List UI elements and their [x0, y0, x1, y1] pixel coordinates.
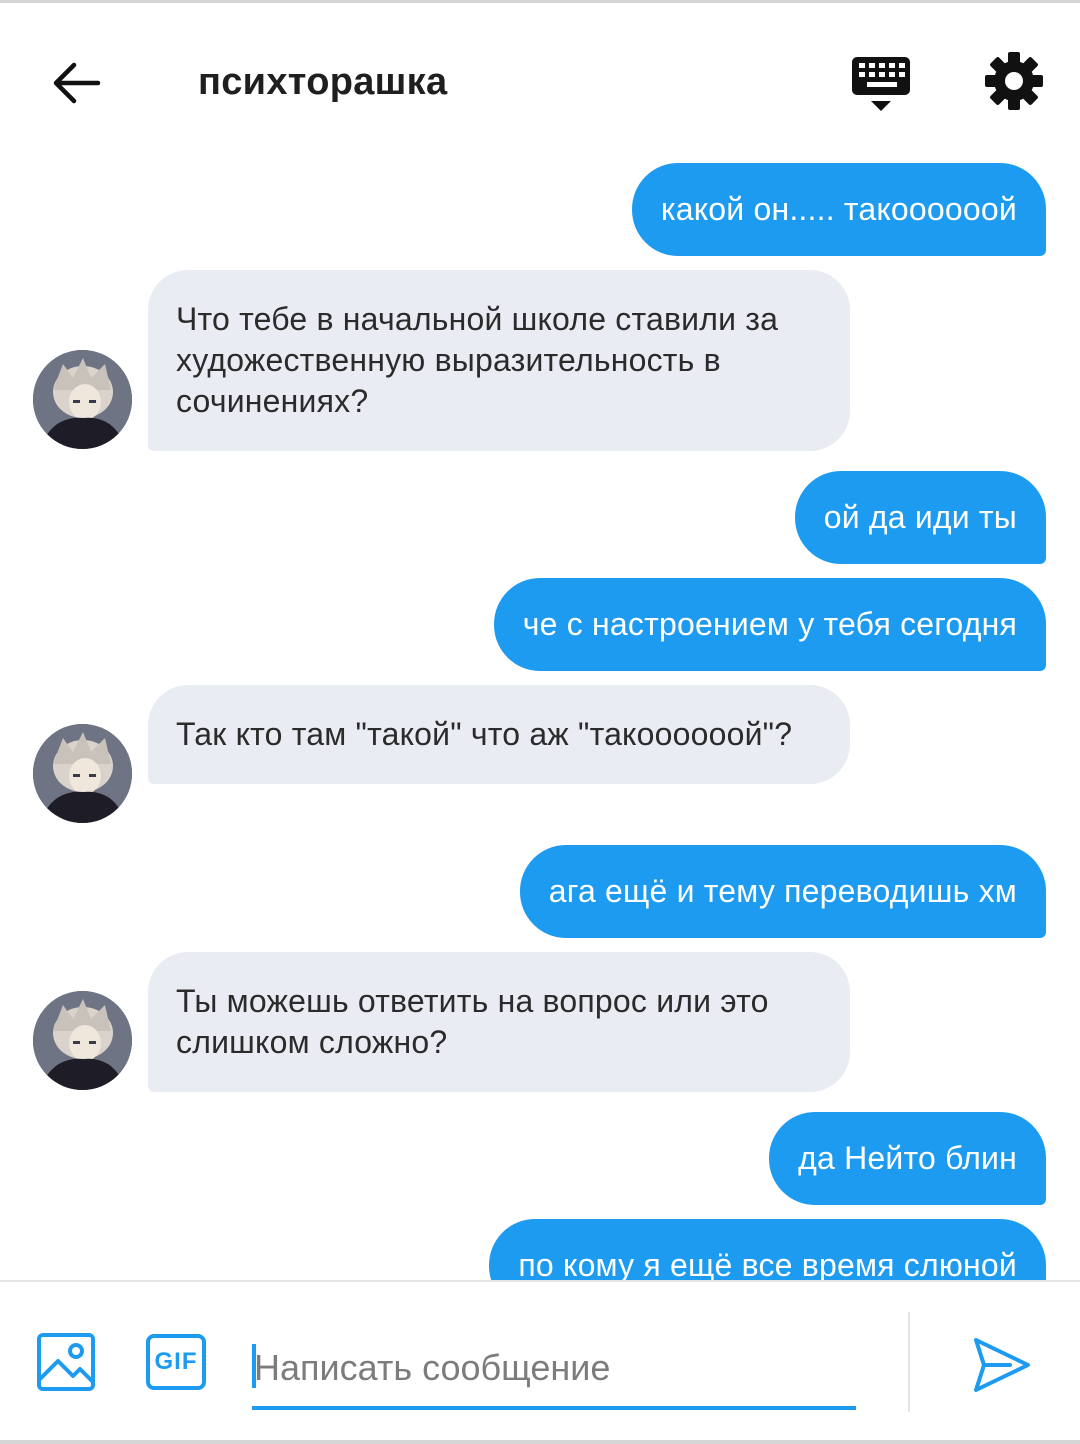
outgoing-message[interactable]: да Нейто блин	[769, 1112, 1046, 1205]
outgoing-message[interactable]: ага ещё и тему переводишь хм	[519, 845, 1046, 938]
message-list[interactable]: какой он..... такоооооой Что тебе в нача…	[0, 150, 1080, 1280]
avatar-image	[33, 724, 132, 823]
gear-icon	[985, 52, 1043, 110]
outgoing-message[interactable]: че с настроением у тебя сегодня	[493, 578, 1046, 671]
attach-image-button[interactable]	[36, 1332, 96, 1392]
arrow-left-icon	[53, 62, 101, 104]
outgoing-message[interactable]: ой да иди ты	[794, 471, 1046, 564]
bottom-border	[0, 1440, 1080, 1444]
message-composer: GIF	[0, 1280, 1080, 1444]
message-input[interactable]	[254, 1344, 852, 1392]
back-button[interactable]	[46, 55, 108, 111]
incoming-message[interactable]: Ты можешь ответить на вопрос или это сли…	[148, 952, 850, 1092]
send-icon	[974, 1338, 1030, 1392]
divider	[908, 1312, 910, 1412]
avatar[interactable]	[33, 350, 132, 449]
image-icon	[37, 1333, 95, 1391]
gif-button[interactable]: GIF	[146, 1334, 206, 1390]
avatar[interactable]	[33, 724, 132, 823]
settings-button[interactable]	[984, 51, 1044, 111]
keyboard-hide-icon	[852, 57, 910, 111]
avatar-image	[33, 991, 132, 1090]
incoming-message[interactable]: Так кто там "такой" что аж "такоооооой"?	[148, 685, 850, 784]
send-button[interactable]	[970, 1334, 1032, 1396]
keyboard-toggle-button[interactable]	[850, 53, 914, 115]
incoming-message[interactable]: Что тебе в начальной школе ставили за ху…	[148, 270, 850, 451]
chat-header: психторашка	[0, 3, 1080, 153]
avatar[interactable]	[33, 991, 132, 1090]
avatar-image	[33, 350, 132, 449]
outgoing-message[interactable]: по кому я ещё все время слюной	[489, 1219, 1046, 1280]
outgoing-message[interactable]: какой он..... такоооооой	[631, 163, 1046, 256]
chat-title: психторашка	[198, 61, 448, 103]
message-input-wrapper	[252, 1318, 856, 1410]
